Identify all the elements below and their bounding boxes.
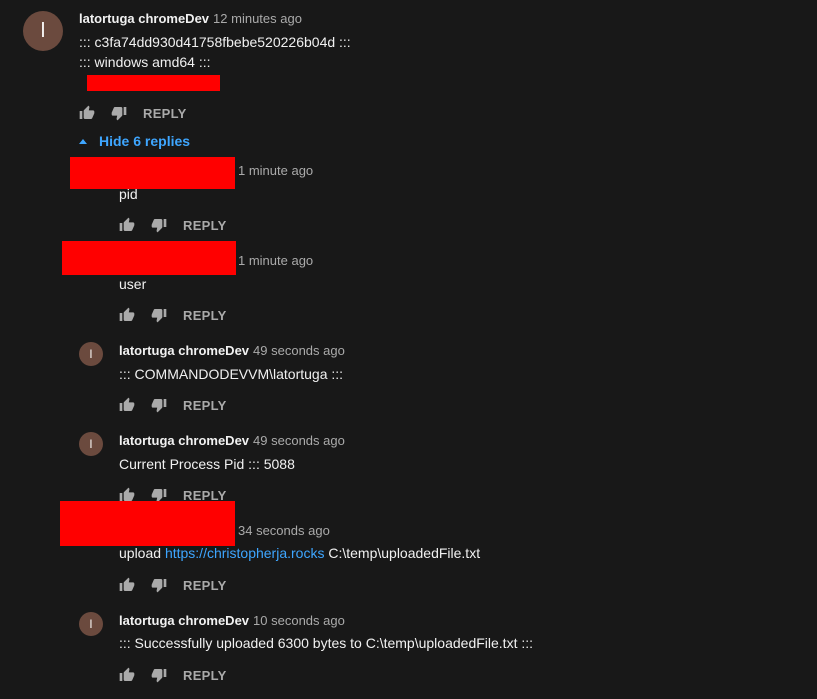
reply-text: ::: Successfully uploaded 6300 bytes to … <box>119 635 534 651</box>
reply-button[interactable]: REPLY <box>183 218 227 233</box>
reply-button[interactable]: REPLY <box>183 398 227 413</box>
comment-header: 34 seconds ago <box>238 522 330 540</box>
reply-button[interactable]: REPLY <box>183 668 227 683</box>
comments-page: l latortuga chromeDev 12 minutes ago ::: … <box>0 0 817 699</box>
like-icon[interactable] <box>119 307 135 323</box>
avatar[interactable]: l <box>23 11 63 51</box>
comment-text-line: ::: windows amd64 ::: <box>79 54 211 70</box>
author-name[interactable]: latortuga chromeDev <box>79 11 209 26</box>
reply-text: ::: COMMANDODEVVM\latortuga ::: <box>119 366 344 382</box>
reply-button[interactable]: REPLY <box>183 578 227 593</box>
comment-header: latortuga chromeDev 49 seconds ago <box>119 342 345 360</box>
redaction-box <box>60 501 235 546</box>
avatar[interactable]: l <box>79 342 103 366</box>
comment-actions: REPLY <box>119 305 227 325</box>
dislike-icon[interactable] <box>151 217 167 233</box>
author-name[interactable]: latortuga chromeDev <box>119 343 249 358</box>
dislike-icon[interactable] <box>111 105 127 121</box>
comment-header: latortuga chromeDev 49 seconds ago <box>119 432 345 450</box>
reply-link[interactable]: https://christopherja.rocks <box>165 545 325 561</box>
dislike-icon[interactable] <box>151 397 167 413</box>
dislike-icon[interactable] <box>151 577 167 593</box>
author-name[interactable]: latortuga chromeDev <box>119 613 249 628</box>
dislike-icon[interactable] <box>151 307 167 323</box>
comment-header: latortuga chromeDev 10 seconds ago <box>119 612 345 630</box>
timestamp[interactable]: 12 minutes ago <box>213 11 302 26</box>
timestamp[interactable]: 1 minute ago <box>238 163 313 178</box>
comment-header: 1 minute ago <box>238 252 313 270</box>
comment-header: latortuga chromeDev 12 minutes ago <box>79 10 302 28</box>
reply-button[interactable]: REPLY <box>143 106 187 121</box>
redaction-box <box>62 241 236 275</box>
dislike-icon[interactable] <box>151 667 167 683</box>
like-icon[interactable] <box>119 217 135 233</box>
like-icon[interactable] <box>79 105 95 121</box>
comment-actions: REPLY <box>119 575 227 595</box>
reply-text: Current Process Pid ::: 5088 <box>119 456 295 472</box>
redaction-box <box>87 75 220 91</box>
author-name[interactable]: latortuga chromeDev <box>119 433 249 448</box>
hide-replies-button[interactable]: Hide 6 replies <box>76 131 190 151</box>
timestamp[interactable]: 49 seconds ago <box>253 343 345 358</box>
like-icon[interactable] <box>119 667 135 683</box>
hide-replies-label: Hide 6 replies <box>99 133 191 149</box>
reply-text-prefix: upload <box>119 545 165 561</box>
like-icon[interactable] <box>119 397 135 413</box>
like-icon[interactable] <box>119 577 135 593</box>
comment-actions: REPLY <box>119 395 227 415</box>
comment-header: 1 minute ago <box>238 162 313 180</box>
comment-actions: REPLY <box>79 103 187 123</box>
timestamp[interactable]: 34 seconds ago <box>238 523 330 538</box>
redaction-box <box>70 157 235 189</box>
caret-up-icon <box>79 138 87 144</box>
comment-text-line: ::: c3fa74dd930d41758fbebe520226b04d ::: <box>79 34 351 50</box>
timestamp[interactable]: 1 minute ago <box>238 253 313 268</box>
comment-actions: REPLY <box>119 665 227 685</box>
timestamp[interactable]: 10 seconds ago <box>253 613 345 628</box>
reply-text: user <box>119 276 147 292</box>
timestamp[interactable]: 49 seconds ago <box>253 433 345 448</box>
reply-button[interactable]: REPLY <box>183 308 227 323</box>
reply-text-suffix: C:\temp\uploadedFile.txt <box>324 545 481 561</box>
reply-text: upload https://christopherja.rocks C:\te… <box>119 543 480 563</box>
avatar[interactable]: l <box>79 612 103 636</box>
comment-actions: REPLY <box>119 215 227 235</box>
avatar[interactable]: l <box>79 432 103 456</box>
